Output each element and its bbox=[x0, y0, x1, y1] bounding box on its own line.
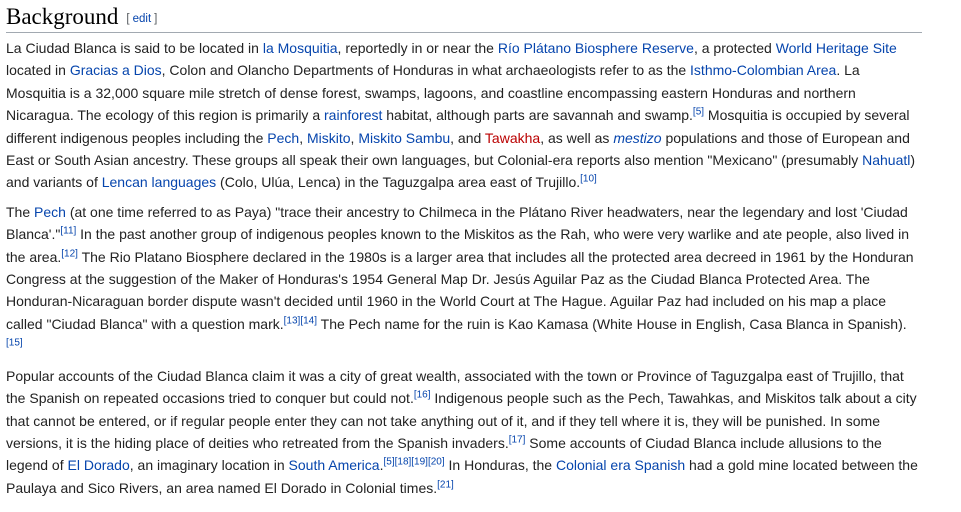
paragraph-text: located in bbox=[6, 62, 70, 79]
link-isthmo-colombian-area[interactable]: Isthmo-Colombian Area bbox=[690, 62, 836, 78]
link-mestizo[interactable]: mestizo bbox=[613, 130, 661, 146]
link-lencan-languages[interactable]: Lencan languages bbox=[102, 174, 216, 190]
link-miskito[interactable]: Miskito bbox=[307, 130, 351, 146]
paragraph-text: , and bbox=[450, 129, 485, 146]
paragraph-text: habitat, although parts are savannah and… bbox=[382, 107, 693, 124]
edit-section-link[interactable]: edit bbox=[133, 13, 152, 25]
link-nahuatl[interactable]: Nahuatl bbox=[862, 152, 910, 168]
edit-bracket-open: [ bbox=[126, 13, 130, 25]
link-pech[interactable]: Pech bbox=[34, 204, 66, 220]
paragraph-text: , bbox=[299, 129, 307, 146]
citation-17[interactable]: [17] bbox=[509, 434, 526, 445]
paragraph-text: The Pech name for the ruin is Kao Kamasa… bbox=[317, 315, 907, 332]
paragraph-text: , a protected bbox=[693, 40, 776, 56]
article-content: Background [edit] La Ciudad Blanca is sai… bbox=[6, 0, 922, 499]
citation-16[interactable]: [16] bbox=[414, 389, 431, 400]
section-title: Background bbox=[6, 4, 119, 29]
paragraph-text: (Colo, Ulúa, Lenca) in the Taguzgalpa ar… bbox=[216, 174, 581, 191]
citation-11[interactable]: [11] bbox=[60, 226, 76, 237]
paragraph-3: Popular accounts of the Ciudad Blanca cl… bbox=[6, 365, 922, 499]
link-world-heritage-site[interactable]: World Heritage Site bbox=[776, 40, 897, 56]
link-south-america[interactable]: South America bbox=[289, 457, 380, 473]
paragraph-text: , Colon and Olancho Departments of Hondu… bbox=[161, 62, 691, 79]
citation-13-14[interactable]: [13][14] bbox=[284, 315, 317, 326]
paragraph-text: In Honduras, the bbox=[444, 457, 556, 474]
link-gracias-a-dios[interactable]: Gracias a Dios bbox=[70, 62, 162, 78]
link-r-o-pl-tano-biosphere-reserve[interactable]: Río Plátano Biosphere Reserve bbox=[498, 40, 694, 56]
citation-5[interactable]: [5] bbox=[693, 107, 704, 118]
paragraph-2: The Pech (at one time referred to as Pay… bbox=[6, 201, 922, 358]
citation-10[interactable]: [10] bbox=[580, 174, 597, 185]
citation-15[interactable]: [15] bbox=[6, 338, 23, 349]
edit-bracket-close: ] bbox=[154, 13, 158, 25]
link-colonial-era-spanish[interactable]: Colonial era Spanish bbox=[556, 457, 685, 473]
link-miskito-sambu[interactable]: Miskito Sambu bbox=[358, 130, 450, 146]
link-rainforest[interactable]: rainforest bbox=[324, 107, 382, 123]
citation-21[interactable]: [21] bbox=[437, 479, 454, 490]
paragraph-1: La Ciudad Blanca is said to be located i… bbox=[6, 37, 922, 194]
link-pech[interactable]: Pech bbox=[267, 130, 299, 146]
paragraph-text: , an imaginary location in bbox=[129, 457, 289, 474]
paragraph-text: The bbox=[6, 203, 35, 220]
paragraph-text: , as well as bbox=[540, 129, 614, 146]
section-heading: Background [edit] bbox=[6, 0, 922, 33]
edit-section: [edit] bbox=[126, 13, 157, 25]
paragraph-text: , reportedly in or near the bbox=[337, 40, 498, 56]
link-la-mosquitia[interactable]: la Mosquitia bbox=[263, 40, 338, 56]
link-el-dorado[interactable]: El Dorado bbox=[68, 457, 130, 473]
link-tawakha[interactable]: Tawakha bbox=[485, 130, 540, 146]
citation-12[interactable]: [12] bbox=[61, 248, 78, 259]
paragraph-text: La Ciudad Blanca is said to be located i… bbox=[6, 40, 263, 56]
citation-5-18-19-20[interactable]: [5][18][19][20] bbox=[383, 457, 444, 468]
